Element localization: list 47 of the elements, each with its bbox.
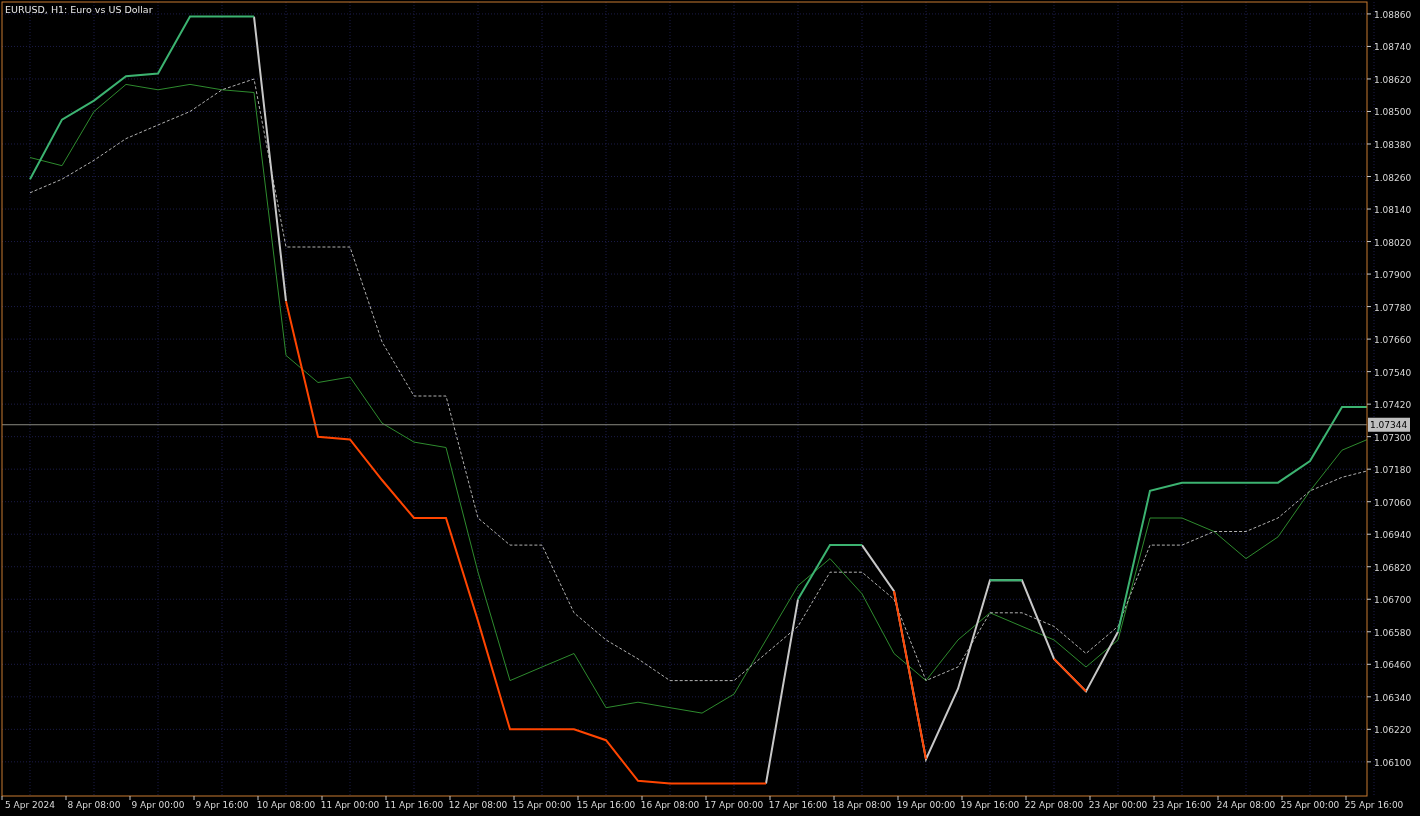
price-axis-label: 1.06580 <box>1374 627 1412 638</box>
price-axis-label: 1.07660 <box>1374 335 1412 346</box>
price-axis-label: 1.08860 <box>1374 9 1412 20</box>
time-axis-label: 9 Apr 00:00 <box>131 800 185 810</box>
price-axis-label: 1.06100 <box>1374 757 1412 768</box>
price-axis-label: 1.06940 <box>1374 530 1412 541</box>
time-axis-label: 5 Apr 2024 <box>5 800 55 810</box>
time-axis-label: 10 Apr 08:00 <box>256 800 316 810</box>
price-axis-label: 1.07900 <box>1374 270 1412 281</box>
price-axis-label: 1.06340 <box>1374 692 1412 703</box>
time-axis-label: 19 Apr 16:00 <box>960 800 1020 810</box>
price-axis-label: 1.07300 <box>1374 432 1412 443</box>
price-axis-label: 1.07540 <box>1374 367 1412 378</box>
time-axis-label: 23 Apr 16:00 <box>1152 800 1212 810</box>
time-axis-label: 15 Apr 00:00 <box>512 800 572 810</box>
time-axis-label: 25 Apr 16:00 <box>1344 800 1404 810</box>
time-axis-label: 15 Apr 16:00 <box>576 800 636 810</box>
price-axis-label: 1.08620 <box>1374 74 1412 85</box>
price-axis-label: 1.08500 <box>1374 107 1412 118</box>
time-axis-label: 19 Apr 00:00 <box>896 800 956 810</box>
price-axis-label: 1.08140 <box>1374 205 1412 216</box>
time-axis-label: 25 Apr 00:00 <box>1280 800 1340 810</box>
price-axis-label: 1.08020 <box>1374 237 1412 248</box>
price-axis-label: 1.06460 <box>1374 660 1412 671</box>
price-axis-label: 1.08260 <box>1374 172 1412 183</box>
time-axis-label: 16 Apr 08:00 <box>640 800 700 810</box>
price-axis-label: 1.07780 <box>1374 302 1412 313</box>
time-axis-label: 17 Apr 16:00 <box>768 800 828 810</box>
price-axis-label: 1.07060 <box>1374 497 1412 508</box>
price-axis-label: 1.08740 <box>1374 42 1412 53</box>
price-axis-label: 1.06220 <box>1374 725 1412 736</box>
time-axis-label: 9 Apr 16:00 <box>195 800 249 810</box>
chart-title: EURUSD, H1: Euro vs US Dollar <box>5 4 153 15</box>
time-axis-label: 24 Apr 08:00 <box>1216 800 1276 810</box>
time-axis-label: 8 Apr 08:00 <box>67 800 121 810</box>
price-axis-label: 1.07180 <box>1374 465 1412 476</box>
time-axis-label: 18 Apr 08:00 <box>832 800 892 810</box>
time-axis-label: 17 Apr 00:00 <box>704 800 764 810</box>
time-axis-label: 12 Apr 08:00 <box>448 800 508 810</box>
price-axis-label: 1.06700 <box>1374 595 1412 606</box>
price-axis-label: 1.06820 <box>1374 562 1412 573</box>
price-axis-label: 1.07420 <box>1374 400 1412 411</box>
time-axis-label: 11 Apr 16:00 <box>384 800 444 810</box>
time-axis-label: 22 Apr 08:00 <box>1024 800 1084 810</box>
time-axis-label: 23 Apr 00:00 <box>1088 800 1148 810</box>
time-axis-label: 11 Apr 00:00 <box>320 800 380 810</box>
price-axis-label: 1.08380 <box>1374 140 1412 150</box>
